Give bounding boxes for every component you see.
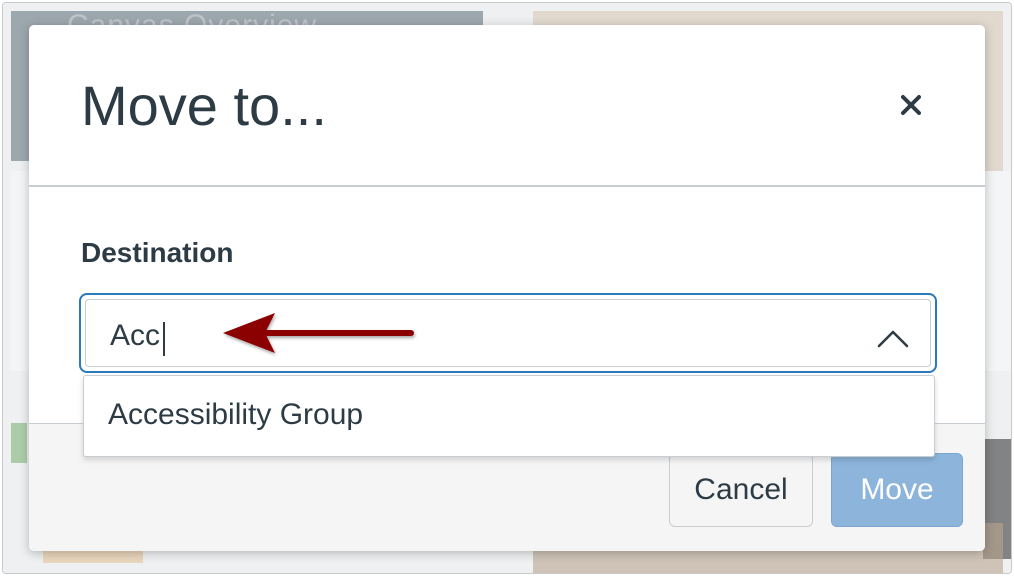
annotation-arrow-icon	[223, 313, 414, 353]
dialog-header: Move to...	[29, 25, 985, 187]
move-to-dialog: Move to... Destination Accessibility Gro…	[29, 25, 985, 551]
background-card-image	[11, 423, 27, 463]
dialog-title: Move to...	[81, 74, 327, 137]
close-icon	[901, 95, 921, 115]
option-accessibility-group[interactable]: Accessibility Group	[108, 398, 363, 432]
close-button[interactable]	[891, 85, 931, 125]
destination-options-list: Accessibility Group	[83, 375, 935, 457]
text-caret	[163, 322, 165, 356]
destination-label: Destination	[81, 237, 234, 268]
move-button[interactable]: Move	[831, 453, 963, 527]
destination-combobox[interactable]	[79, 293, 937, 373]
destination-input[interactable]	[110, 314, 810, 358]
screenshot-frame: Canvas Overview Move to... Destination	[2, 2, 1012, 574]
chevron-up-icon[interactable]	[876, 322, 910, 356]
cancel-button[interactable]: Cancel	[669, 453, 813, 527]
destination-input-box[interactable]	[85, 299, 931, 367]
